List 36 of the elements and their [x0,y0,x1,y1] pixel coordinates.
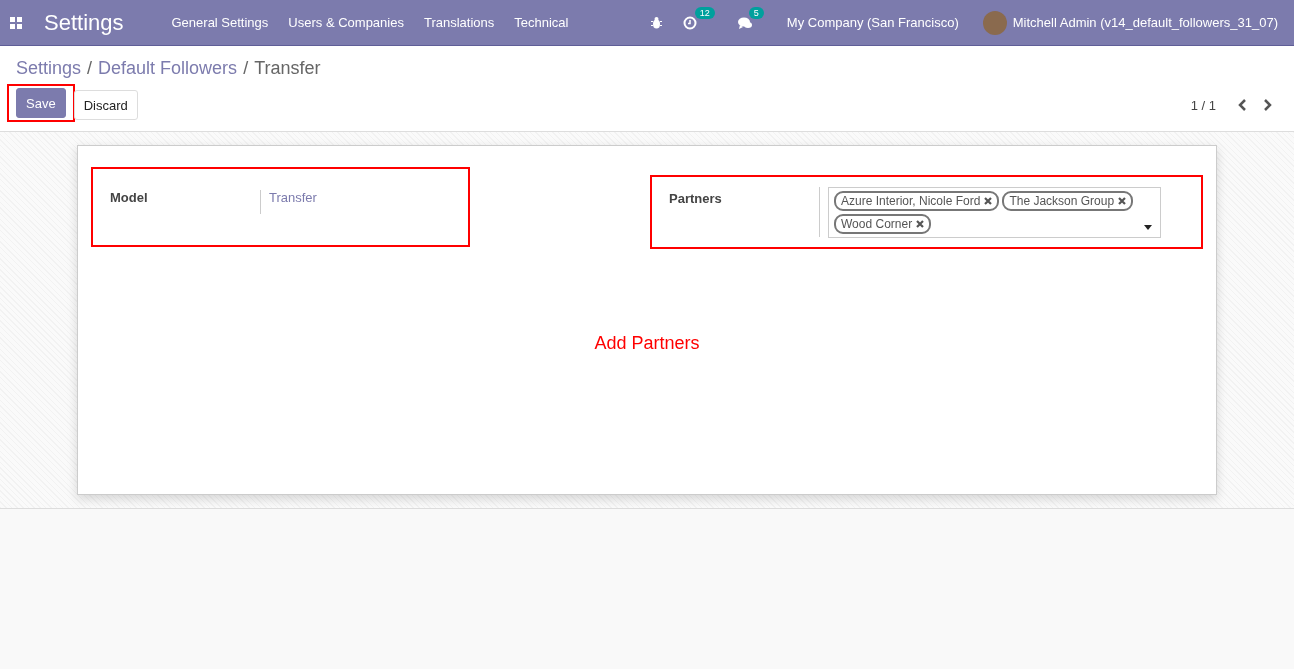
previous-icon[interactable] [1238,99,1248,111]
save-button[interactable]: Save [16,88,66,118]
breadcrumb-link[interactable]: Settings [16,58,82,79]
app-title: Settings [44,9,124,36]
field-label: Model [110,190,149,207]
field-label: Partners [669,191,723,208]
remove-icon[interactable] [1118,197,1127,205]
menu-item[interactable]: General Settings [161,15,279,30]
menu-item[interactable]: Translations [413,15,505,30]
next-icon[interactable] [1262,99,1272,111]
clock-icon [682,15,697,30]
avatar [982,10,1007,35]
breadcrumb-link[interactable]: Default Followers [98,58,238,79]
discard-button[interactable]: Discard [73,90,138,120]
breadcrumb-current: Transfer [254,58,321,79]
user-menu[interactable]: Mitchell Admin (v14_default_followers_31_07) [1012,15,1278,30]
pager-counter: 1 / 1 [1190,97,1216,113]
partner-tag: Wood Corner [834,214,932,234]
annotation-text: Add Partners [593,333,701,354]
partner-tag: The Jackson Group [1002,191,1134,211]
remove-icon[interactable] [984,197,993,205]
company-switcher[interactable]: My Company (San Francisco) [776,15,969,30]
breadcrumb-separator: / [87,58,93,79]
field-value: Transfer [260,190,317,214]
partners-field[interactable]: Azure Interior, Nicole Ford The Jackson Group Wood Corner [828,187,1161,238]
apps-icon[interactable] [10,16,22,29]
message-count-badge: 5 [748,6,764,19]
chat-icon [736,15,753,30]
menu-item[interactable]: Technical [504,15,579,30]
remove-icon[interactable] [916,220,925,228]
bug-icon [649,16,663,29]
menu-item[interactable]: Users & Companies [278,15,414,30]
activity-count-badge: 12 [694,6,715,19]
breadcrumb-separator: / [243,58,249,79]
caret-icon [1144,225,1152,230]
partner-tag: Azure Interior, Nicole Ford [834,191,1000,211]
